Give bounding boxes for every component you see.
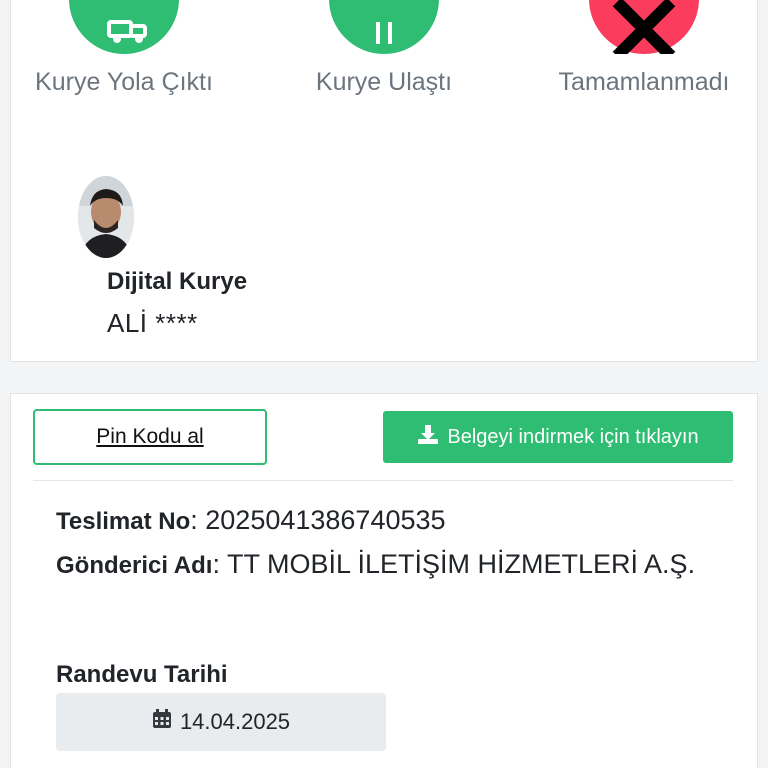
appointment-date-field[interactable]: 14.04.2025 — [56, 693, 386, 751]
download-document-button[interactable]: Belgeyi indirmek için tıklayın — [383, 411, 733, 463]
download-button-label: Belgeyi indirmek için tıklayın — [447, 425, 699, 448]
delivery-number-value: 2025041386740535 — [205, 505, 446, 535]
courier-avatar — [78, 176, 134, 258]
calendar-icon — [152, 709, 172, 735]
location-icon — [329, 0, 439, 54]
get-pin-code-button[interactable]: Pin Kodu al — [33, 409, 267, 465]
download-icon — [417, 423, 439, 451]
divider — [33, 480, 733, 481]
appointment-date-value: 14.04.2025 — [179, 709, 291, 734]
status-label: Kurye Ulaştı — [315, 68, 453, 96]
delivery-number-row: Teslimat No: 2025041386740535 — [56, 505, 446, 535]
sender-name-value: TT MOBİL İLETİŞİM HİZMETLERİ A.Ş. — [226, 549, 696, 579]
courier-title: Dijital Kurye — [107, 268, 248, 295]
status-label: Kurye Yola Çıktı — [35, 68, 213, 96]
appointment-date-label: Randevu Tarihi — [56, 661, 228, 688]
close-icon — [589, 0, 699, 61]
sender-name-label: Gönderici Adı — [56, 552, 213, 579]
status-label: Tamamlanmadı — [558, 68, 730, 96]
courier-name: ALİ **** — [107, 308, 198, 338]
sender-name-row: Gönderici Adı: TT MOBİL İLETİŞİM HİZMETL… — [56, 549, 696, 579]
truck-icon — [69, 0, 179, 54]
delivery-number-label: Teslimat No — [56, 508, 191, 535]
